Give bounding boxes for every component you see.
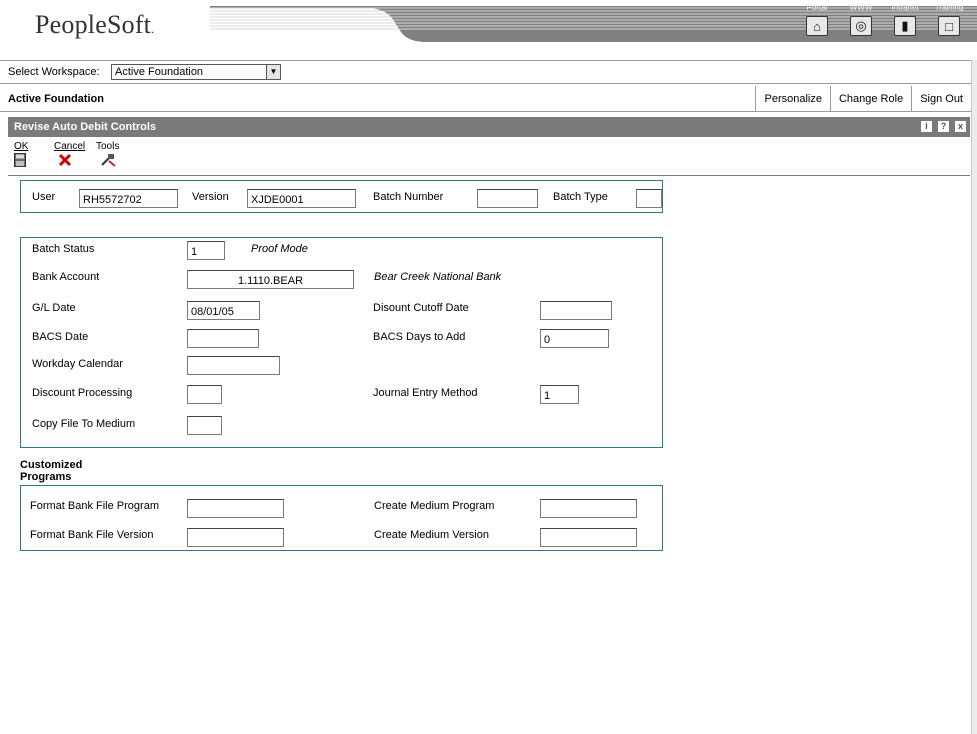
chevron-down-icon[interactable]: ▼ <box>266 65 280 79</box>
batch-number-input[interactable] <box>477 189 538 208</box>
bank-account-input[interactable]: 1.1110.BEAR <box>187 270 354 289</box>
peoplesoft-logo: PeopleSoft. <box>35 10 155 39</box>
bacs-date-input[interactable] <box>187 329 259 348</box>
nav-www[interactable]: WWW ◎ <box>839 3 883 36</box>
sign-out-link[interactable]: Sign Out <box>911 86 971 112</box>
workday-calendar-input[interactable] <box>187 356 280 375</box>
bacs-days-input[interactable]: 0 <box>540 329 609 348</box>
customized-programs-heading: Customized Programs <box>20 459 83 483</box>
vertical-scrollbar[interactable] <box>971 60 977 734</box>
cancel-x-icon <box>58 153 85 169</box>
batch-type-input[interactable] <box>636 189 662 208</box>
create-program-input[interactable] <box>540 499 637 518</box>
format-version-label: Format Bank File Version <box>30 529 154 541</box>
format-version-input[interactable] <box>187 528 284 547</box>
gl-date-input[interactable]: 08/01/05 <box>187 301 260 320</box>
version-label: Version <box>192 191 229 203</box>
nav-training[interactable]: Training □ <box>927 3 971 36</box>
customized-programs-group: Format Bank File Program Create Medium P… <box>20 485 663 551</box>
discount-cutoff-input[interactable] <box>540 301 612 320</box>
workspace-label: Select Workspace: <box>8 66 100 78</box>
page-title: Active Foundation <box>8 93 104 105</box>
user-input[interactable]: RH5572702 <box>79 189 178 208</box>
bacs-date-label: BACS Date <box>32 331 89 343</box>
personalize-link[interactable]: Personalize <box>755 86 829 112</box>
form-toolbar: OK Cancel Tools <box>8 138 970 176</box>
batch-status-input[interactable]: 1 <box>187 241 225 260</box>
batch-status-description: Proof Mode <box>251 243 308 255</box>
save-icon <box>14 153 28 169</box>
nav-portal[interactable]: Portal ⌂ <box>795 3 839 36</box>
change-role-link[interactable]: Change Role <box>829 86 911 112</box>
workspace-bar: Select Workspace: Active Foundation ▼ <box>0 60 977 84</box>
create-version-input[interactable] <box>540 528 637 547</box>
bacs-days-label: BACS Days to Add <box>373 331 466 343</box>
tools-icon <box>100 153 119 169</box>
close-window-icon[interactable]: x <box>955 121 966 132</box>
user-label: User <box>32 191 56 203</box>
copy-file-input[interactable] <box>187 416 222 435</box>
batch-type-label: Batch Type <box>553 191 608 203</box>
book-icon[interactable]: ▮ <box>894 16 916 36</box>
form-title: Revise Auto Debit Controls <box>14 121 156 133</box>
nav-intranet[interactable]: Intranet ▮ <box>883 3 927 36</box>
discount-cutoff-label: Disount Cutoff Date <box>373 302 469 314</box>
gl-date-label: G/L Date <box>32 302 76 314</box>
copy-file-label: Copy File To Medium <box>32 418 136 430</box>
info-icon[interactable]: i <box>921 121 932 132</box>
bank-account-description: Bear Creek National Bank <box>374 271 502 283</box>
batch-details-group: Batch Status 1 Proof Mode Bank Account 1… <box>20 237 663 448</box>
workday-calendar-label: Workday Calendar <box>32 358 123 370</box>
create-program-label: Create Medium Program <box>374 500 495 512</box>
cancel-button[interactable]: Cancel <box>54 141 85 169</box>
monitor-icon[interactable]: □ <box>938 16 960 36</box>
journal-entry-method-input[interactable]: 1 <box>540 385 579 404</box>
tools-button[interactable]: Tools <box>96 141 119 169</box>
header-bar: Active Foundation Personalize Change Rol… <box>0 86 977 112</box>
globe-icon[interactable]: ◎ <box>850 16 872 36</box>
bank-account-label: Bank Account <box>32 271 100 283</box>
journal-entry-method-label: Journal Entry Method <box>373 387 478 399</box>
portal-nav: Portal ⌂ WWW ◎ Intranet ▮ Training □ <box>795 3 971 36</box>
header-fields-group: User RH5572702 Version XJDE0001 Batch Nu… <box>20 180 663 213</box>
format-program-input[interactable] <box>187 499 284 518</box>
batch-number-label: Batch Number <box>373 191 444 203</box>
create-version-label: Create Medium Version <box>374 529 489 541</box>
ok-button[interactable]: OK <box>14 141 28 169</box>
form-title-bar: Revise Auto Debit Controls i ? x <box>8 117 970 137</box>
discount-processing-label: Discount Processing <box>32 387 133 399</box>
workspace-select[interactable]: Active Foundation ▼ <box>111 64 281 80</box>
help-icon[interactable]: ? <box>938 121 949 132</box>
format-program-label: Format Bank File Program <box>30 500 159 512</box>
banner: PeopleSoft. Portal ⌂ WWW ◎ Intranet ▮ Tr… <box>0 0 977 58</box>
home-icon[interactable]: ⌂ <box>806 16 828 36</box>
version-input[interactable]: XJDE0001 <box>247 189 356 208</box>
discount-processing-input[interactable] <box>187 385 222 404</box>
batch-status-label: Batch Status <box>32 243 95 255</box>
